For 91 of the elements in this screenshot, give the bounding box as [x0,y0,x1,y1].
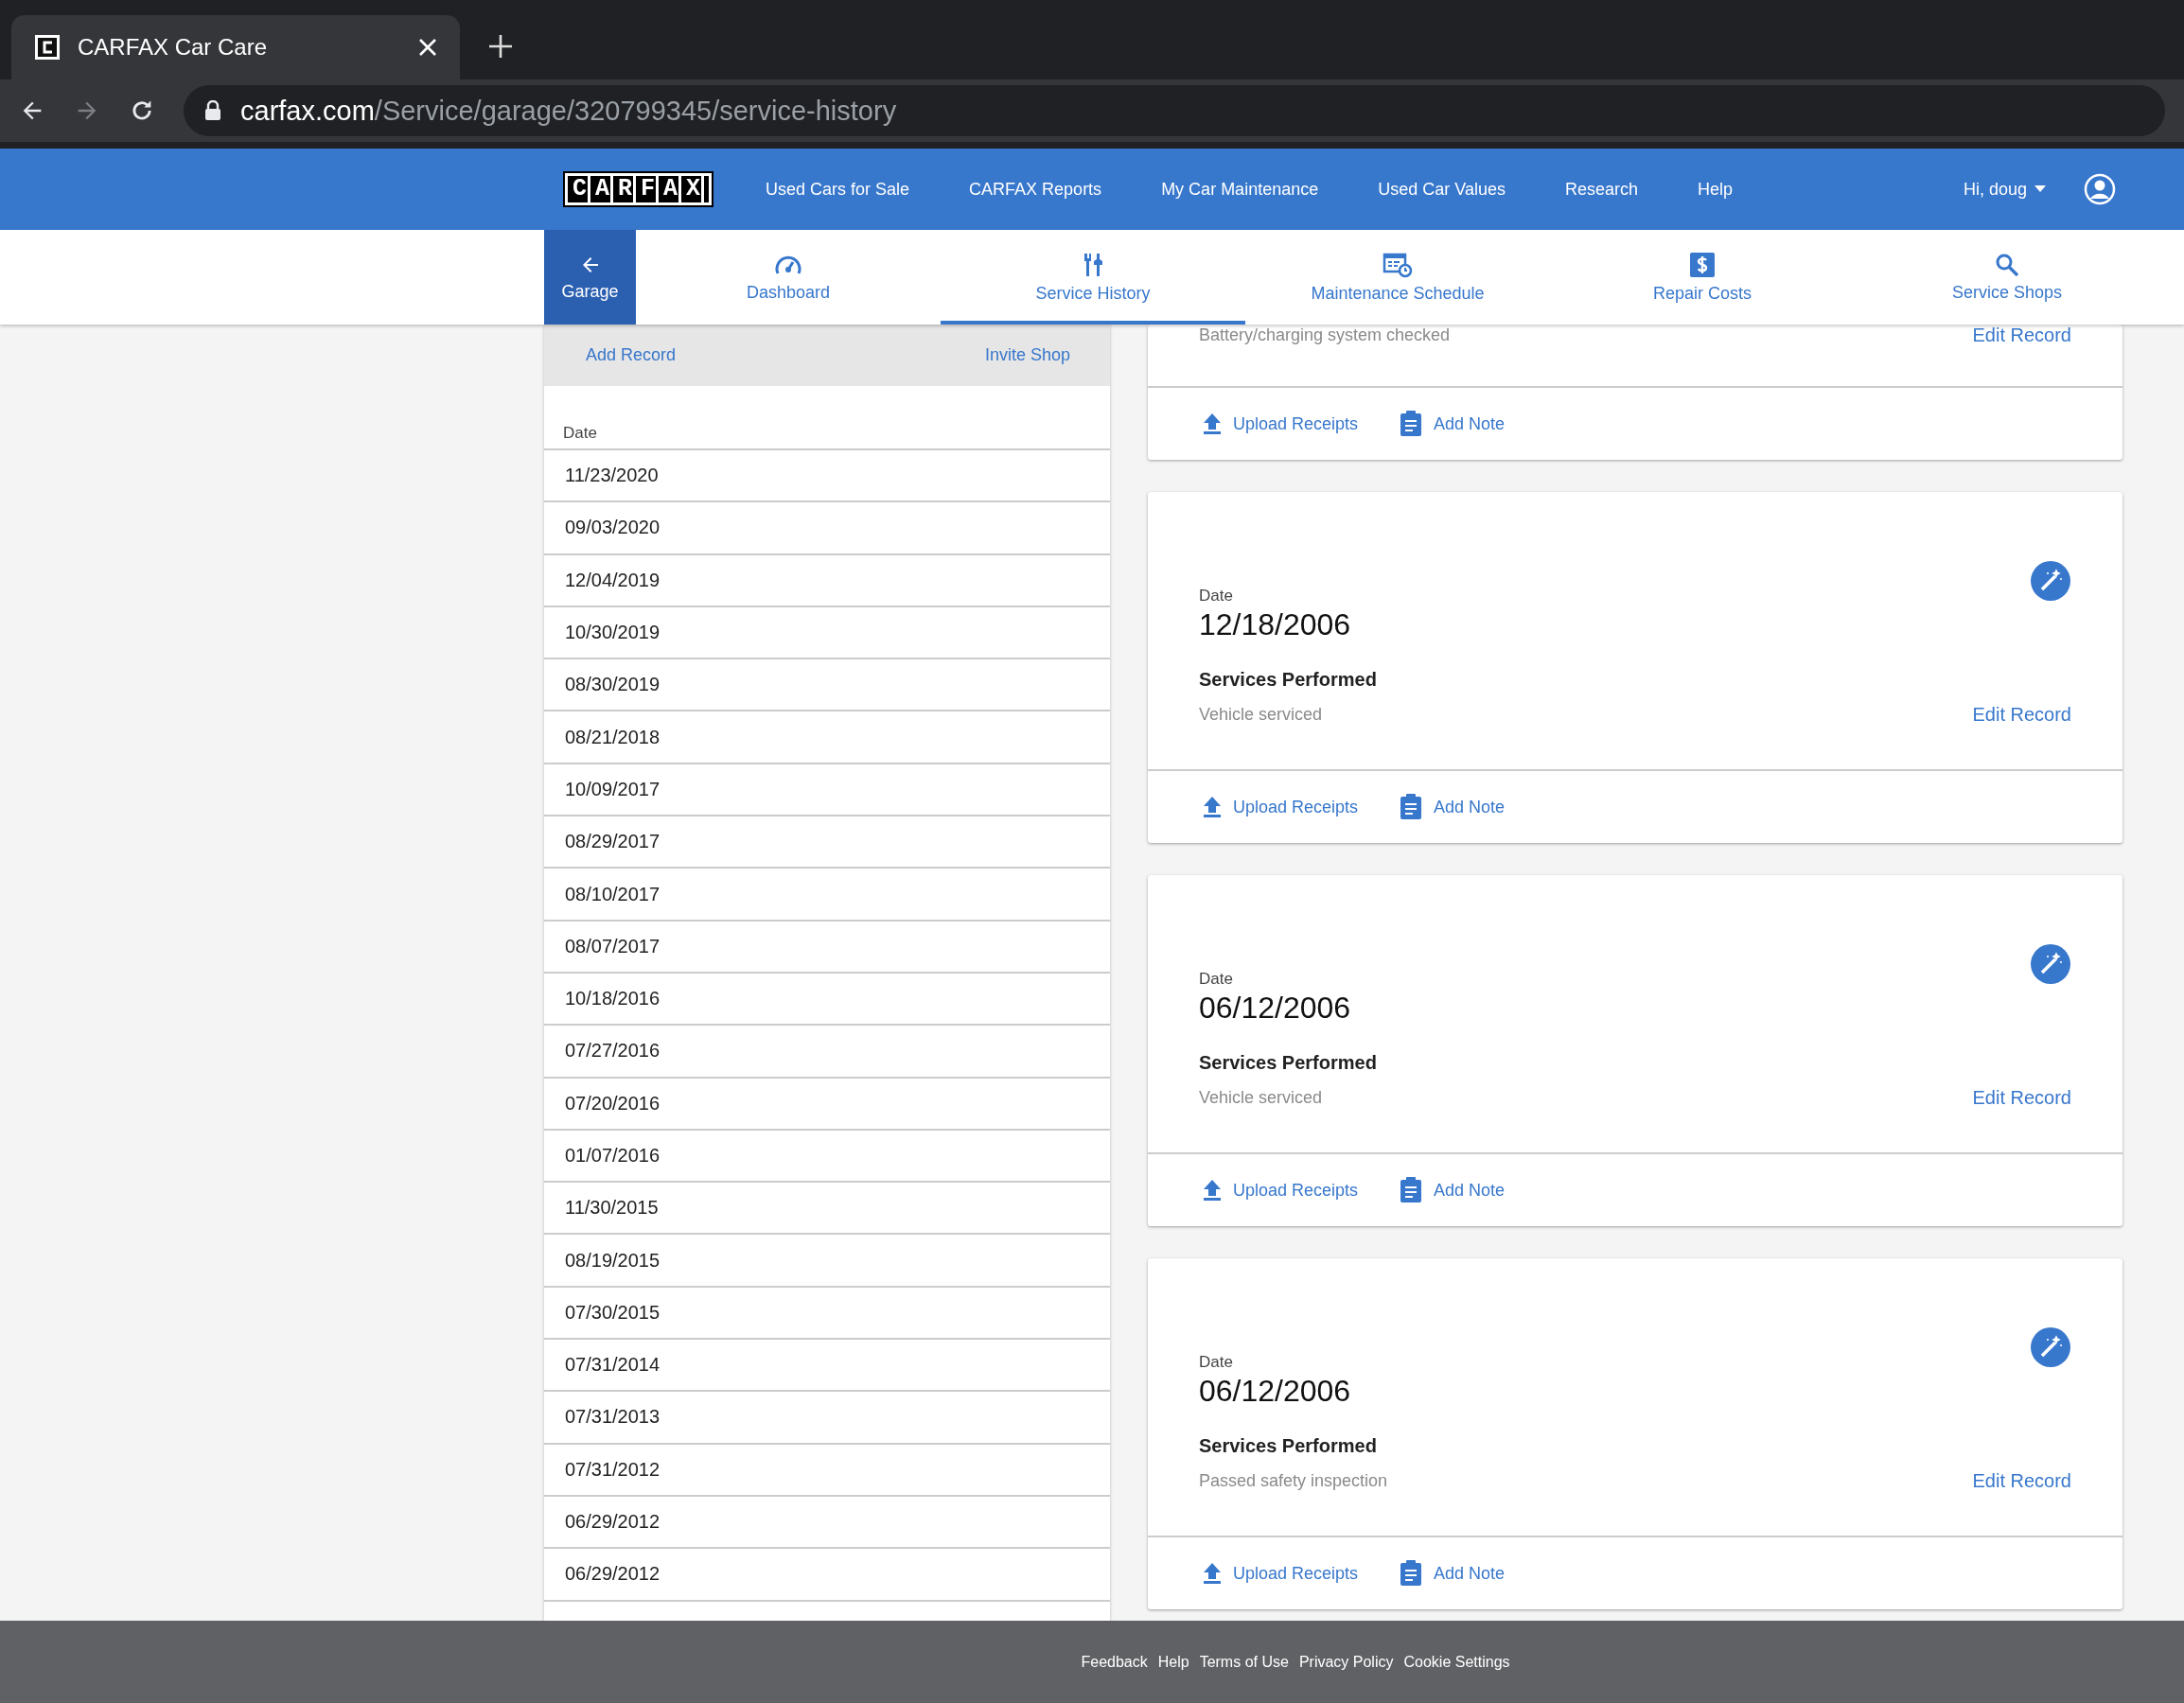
action-link[interactable]: Add Record [586,345,677,365]
action-link[interactable]: Invite Shop [984,345,1070,365]
url-text: carfax.com/Service/garage/320799345/service-history [240,95,897,127]
add-note-link[interactable]: Add Note [1400,1560,1506,1587]
calendar-clock-icon [1383,251,1413,278]
date-cell[interactable]: 10/30/2019 [565,622,660,644]
upload-icon [1203,796,1222,818]
field-label: Date [1199,970,1234,989]
edit-record-link[interactable]: Edit Record [1972,1087,2071,1109]
field-label: Date [1199,587,1234,606]
date-cell[interactable]: 08/07/2017 [565,935,660,957]
date-cell[interactable]: 09/03/2020 [565,517,660,539]
section-heading: Services Performed [1199,669,1378,691]
edit-record-link[interactable]: Edit Record [1972,1470,2071,1492]
lock-icon [204,100,221,121]
date-cell[interactable]: 10/18/2016 [565,988,660,1010]
date-cell[interactable]: 08/19/2015 [565,1249,660,1272]
column-header: Date [544,386,1110,450]
upload-icon [1203,413,1222,435]
date-cell[interactable]: 08/29/2017 [565,831,660,853]
favicon-icon [34,34,61,61]
nav-link[interactable]: Used Cars for Sale [766,179,910,200]
upload-receipts-link[interactable]: Upload Receipts [1203,1562,1359,1585]
address-bar[interactable]: carfax.com/Service/garage/320799345/service-history [184,85,2165,136]
search-icon [1995,252,2019,277]
date-cell[interactable]: 08/10/2017 [565,883,660,905]
clipboard-icon [1400,1560,1423,1587]
date-cell[interactable]: 07/20/2016 [565,1092,660,1115]
upload-receipts-link[interactable]: Upload Receipts [1203,1179,1359,1202]
service-description: Vehicle serviced [1199,1088,1323,1108]
record-date: 06/12/2006 [1199,1374,1351,1409]
nav-tab[interactable]: Service Shops [1855,230,2159,325]
footer-link[interactable]: Terms of Use [1199,1653,1289,1671]
add-note-link[interactable]: Add Note [1400,794,1506,820]
service-description: Battery/charging system checked [1199,325,1451,345]
date-cell[interactable]: 11/30/2015 [565,1197,659,1220]
date-cell[interactable]: 06/29/2012 [565,1511,660,1534]
add-note-link[interactable]: Add Note [1400,411,1506,437]
date-cell[interactable]: 07/31/2012 [565,1458,660,1481]
nav-link[interactable]: My Car Maintenance [1161,179,1319,200]
tab-title: CARFAX Car Care [78,34,269,61]
date-cell[interactable]: 07/27/2016 [565,1040,660,1062]
upload-receipts-link[interactable]: Upload Receipts [1203,796,1359,818]
caret-icon [2034,185,2046,193]
nav-tab[interactable]: Maintenance Schedule [1245,230,1550,325]
record-date: 06/12/2006 [1199,991,1351,1026]
edit-record-link[interactable]: Edit Record [1972,325,2071,346]
record-date: 12/18/2006 [1199,607,1351,642]
footer-link[interactable]: Feedback [1081,1653,1148,1671]
clipboard-icon [1400,411,1423,437]
section-heading: Services Performed [1199,1052,1378,1074]
clipboard-icon [1400,794,1423,820]
date-cell[interactable]: 08/21/2018 [565,726,660,748]
nav-link[interactable]: CARFAX Reports [969,179,1102,200]
new-tab-icon[interactable] [488,34,513,59]
footer-link[interactable]: Privacy Policy [1298,1653,1394,1671]
date-cell[interactable]: 11/23/2020 [565,465,659,487]
date-cell[interactable]: 08/30/2019 [565,674,660,696]
add-note-link[interactable]: Add Note [1400,1177,1506,1203]
magic-wand-icon[interactable] [2030,1326,2071,1368]
field-label: Date [1199,1353,1234,1372]
magic-wand-icon[interactable] [2030,943,2071,985]
footer-link[interactable]: Help [1157,1653,1189,1671]
date-cell[interactable]: 07/31/2014 [565,1354,660,1377]
upload-icon [1203,1179,1222,1202]
nav-tab[interactable]: Dashboard [636,230,941,325]
dollar-icon [1689,251,1716,278]
close-icon[interactable] [418,38,437,57]
nav-tab[interactable]: Garage [544,230,636,325]
date-cell[interactable]: 12/04/2019 [565,569,660,591]
nav-link[interactable]: Help [1698,179,1733,200]
section-heading: Services Performed [1199,1435,1378,1457]
service-description: Vehicle serviced [1199,705,1323,725]
date-cell[interactable]: 07/30/2015 [565,1301,660,1324]
date-cell[interactable]: 07/31/2013 [565,1406,660,1429]
date-cell[interactable]: 06/29/2012 [565,1563,660,1586]
nav-link[interactable]: Research [1564,179,1638,200]
upload-icon [1203,1562,1222,1585]
upload-receipts-link[interactable]: Upload Receipts [1203,413,1359,435]
magic-wand-icon[interactable] [2030,560,2071,602]
clipboard-icon [1400,1177,1423,1203]
user-menu[interactable]: Hi, doug [1963,179,2046,200]
date-cell[interactable]: 01/07/2016 [565,1145,660,1167]
nav-tab[interactable]: Repair Costs [1550,230,1855,325]
edit-record-link[interactable]: Edit Record [1972,704,2071,726]
service-description: Passed safety inspection [1199,1471,1388,1491]
avatar-icon[interactable] [2084,173,2116,205]
nav-link[interactable]: Used Car Values [1378,179,1506,200]
date-cell[interactable]: 10/09/2017 [565,778,660,800]
browser-tab[interactable]: CARFAX Car Care [11,15,460,79]
footer-link[interactable]: Cookie Settings [1403,1653,1510,1671]
